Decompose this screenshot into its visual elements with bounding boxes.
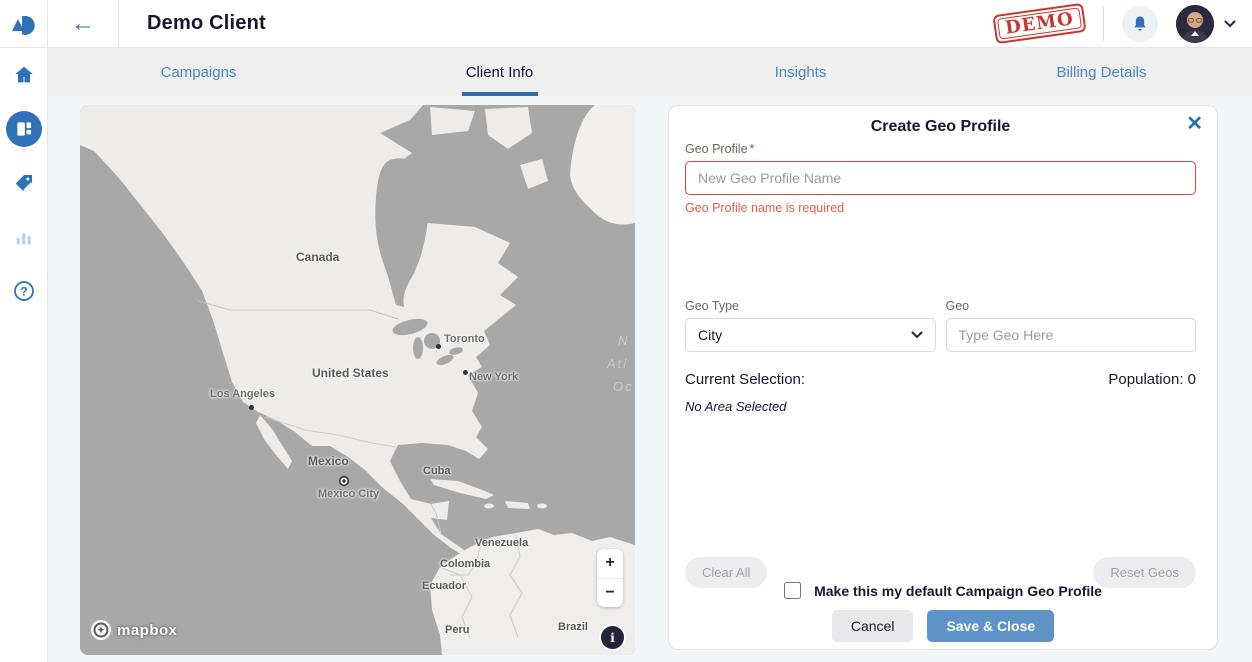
sidebar-item-analytics[interactable] xyxy=(6,219,42,255)
help-icon: ? xyxy=(12,279,36,303)
sidebar-item-help[interactable]: ? xyxy=(6,273,42,309)
create-geo-profile-panel: Create Geo Profile ✕ Geo Profile* Geo Pr… xyxy=(668,105,1218,650)
notifications-button[interactable] xyxy=(1122,6,1158,42)
map-dot-los-angeles xyxy=(249,405,254,410)
tab-campaigns[interactable]: Campaigns xyxy=(48,48,349,96)
zoom-out-button[interactable]: − xyxy=(597,579,623,608)
active-tab-underline xyxy=(462,92,538,96)
tab-client-info[interactable]: Client Info xyxy=(349,48,650,96)
left-sidebar: ? xyxy=(0,48,48,662)
current-selection-label: Current Selection: xyxy=(685,371,805,388)
default-geo-profile-checkbox[interactable] xyxy=(784,582,801,599)
svg-text:?: ? xyxy=(20,284,27,298)
brand-logo-icon xyxy=(9,9,39,39)
demo-stamp-badge: DEMO xyxy=(992,3,1086,44)
geo-profile-error: Geo Profile name is required xyxy=(685,201,1196,215)
map-zoom-control: + − xyxy=(597,549,623,607)
geo-label: Geo xyxy=(946,299,1197,313)
required-asterisk: * xyxy=(750,142,755,156)
mapbox-icon xyxy=(90,619,112,641)
geo-search-input[interactable] xyxy=(946,318,1197,352)
map-canvas xyxy=(80,105,635,655)
page-title: Demo Client xyxy=(147,12,266,35)
geo-profile-label: Geo Profile* xyxy=(685,142,1196,156)
sidebar-item-home[interactable] xyxy=(6,57,42,93)
avatar xyxy=(1176,5,1214,43)
tab-insights[interactable]: Insights xyxy=(650,48,951,96)
geo-type-value: City xyxy=(698,327,722,343)
map-dot-new-york xyxy=(463,370,468,375)
tab-billing-details[interactable]: Billing Details xyxy=(951,48,1252,96)
geo-profile-name-input[interactable] xyxy=(685,161,1196,195)
back-button[interactable]: ← xyxy=(48,0,119,48)
chevron-down-icon xyxy=(1224,20,1236,28)
user-menu[interactable] xyxy=(1176,5,1236,43)
client-tabs: Campaigns Client Info Insights Billing D… xyxy=(48,48,1252,96)
no-area-selected-text: No Area Selected xyxy=(685,399,1196,414)
select-chevron-icon xyxy=(911,331,923,339)
population-value: Population: 0 xyxy=(1108,371,1196,388)
map-info-button[interactable]: i xyxy=(601,626,624,649)
main-content: Canada United States Mexico Cuba Venezue… xyxy=(48,96,1252,662)
sidebar-item-dashboard[interactable] xyxy=(6,111,42,147)
cancel-button[interactable]: Cancel xyxy=(832,610,914,642)
geo-map[interactable]: Canada United States Mexico Cuba Venezue… xyxy=(80,105,635,655)
sidebar-item-tags[interactable] xyxy=(6,165,42,201)
close-icon[interactable]: ✕ xyxy=(1186,114,1203,134)
home-icon xyxy=(13,64,35,86)
topbar-divider xyxy=(1103,7,1104,41)
bar-chart-icon xyxy=(13,226,35,248)
panel-title: Create Geo Profile xyxy=(685,118,1196,136)
geo-type-label: Geo Type xyxy=(685,299,936,313)
brand-logo[interactable] xyxy=(0,0,48,48)
map-marker-mexico-city xyxy=(338,475,350,487)
back-arrow-icon: ← xyxy=(71,12,95,36)
save-close-button[interactable]: Save & Close xyxy=(927,610,1054,642)
top-bar: ← Demo Client DEMO xyxy=(0,0,1252,48)
mapbox-attribution[interactable]: mapbox xyxy=(90,619,178,641)
geo-type-select[interactable]: City xyxy=(685,318,936,352)
zoom-in-button[interactable]: + xyxy=(597,549,623,579)
tag-icon xyxy=(13,172,35,194)
bell-icon xyxy=(1130,14,1150,34)
dashboard-icon xyxy=(14,119,34,139)
default-geo-profile-label: Make this my default Campaign Geo Profil… xyxy=(814,583,1102,599)
map-dot-toronto xyxy=(436,344,441,349)
